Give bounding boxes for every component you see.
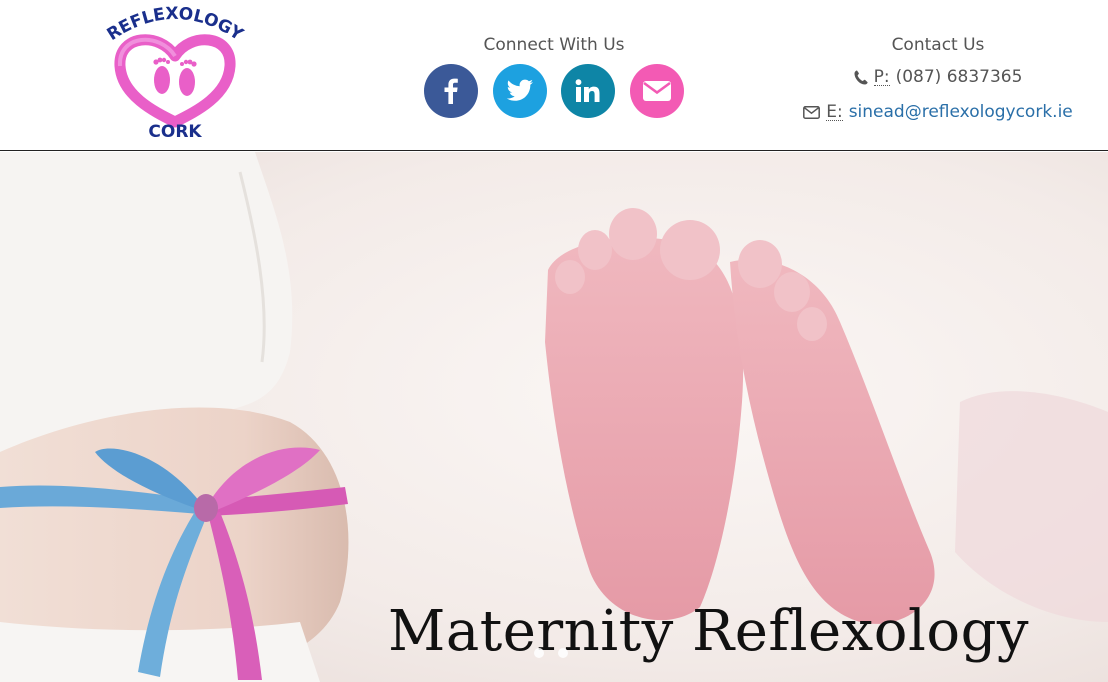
baby-feet-icon: [153, 57, 197, 96]
reflexology-cork-logo: REFLEXOLOGY CORK: [104, 4, 247, 142]
facebook-button[interactable]: [424, 64, 478, 118]
contact-title: Contact Us: [891, 35, 985, 55]
email-link[interactable]: sinead@reflexologycork.ie: [849, 101, 1073, 123]
logo[interactable]: REFLEXOLOGY CORK: [100, 4, 250, 144]
facebook-icon: [444, 78, 458, 104]
envelope-icon: [642, 81, 671, 101]
email-button[interactable]: [629, 64, 684, 118]
contact-section: Contact Us P: (087) 6837365 E: sinead@re…: [790, 34, 1086, 123]
slider-dots: [534, 648, 568, 658]
slider-dot[interactable]: [558, 648, 568, 658]
linkedin-button[interactable]: [561, 64, 616, 118]
twitter-icon: [506, 79, 533, 101]
phone-label: P:: [873, 66, 890, 87]
svg-text:REFLEXOLOGY: REFLEXOLOGY: [104, 4, 247, 45]
slider-dot[interactable]: [534, 648, 544, 658]
phone-number[interactable]: (087) 6837365: [896, 66, 1023, 88]
phone-line: P: (087) 6837365: [790, 66, 1086, 88]
hero-caption: Maternity Reflexology: [388, 599, 1030, 664]
logo-bottom-text: CORK: [148, 122, 202, 142]
linkedin-icon: [575, 79, 600, 102]
email-label: E:: [826, 101, 843, 122]
email-line: E: sinead@reflexologycork.ie: [790, 101, 1086, 123]
site-header: REFLEXOLOGY CORK Connect With Us Contact…: [0, 0, 1108, 151]
connect-section: Connect With Us: [418, 34, 690, 118]
connect-title: Connect With Us: [483, 35, 625, 55]
logo-top-text: REFLEXOLOGY: [104, 4, 247, 45]
social-links: [418, 64, 690, 118]
twitter-button[interactable]: [492, 64, 547, 118]
envelope-outline-icon: [803, 105, 821, 119]
phone-icon: [854, 70, 868, 84]
